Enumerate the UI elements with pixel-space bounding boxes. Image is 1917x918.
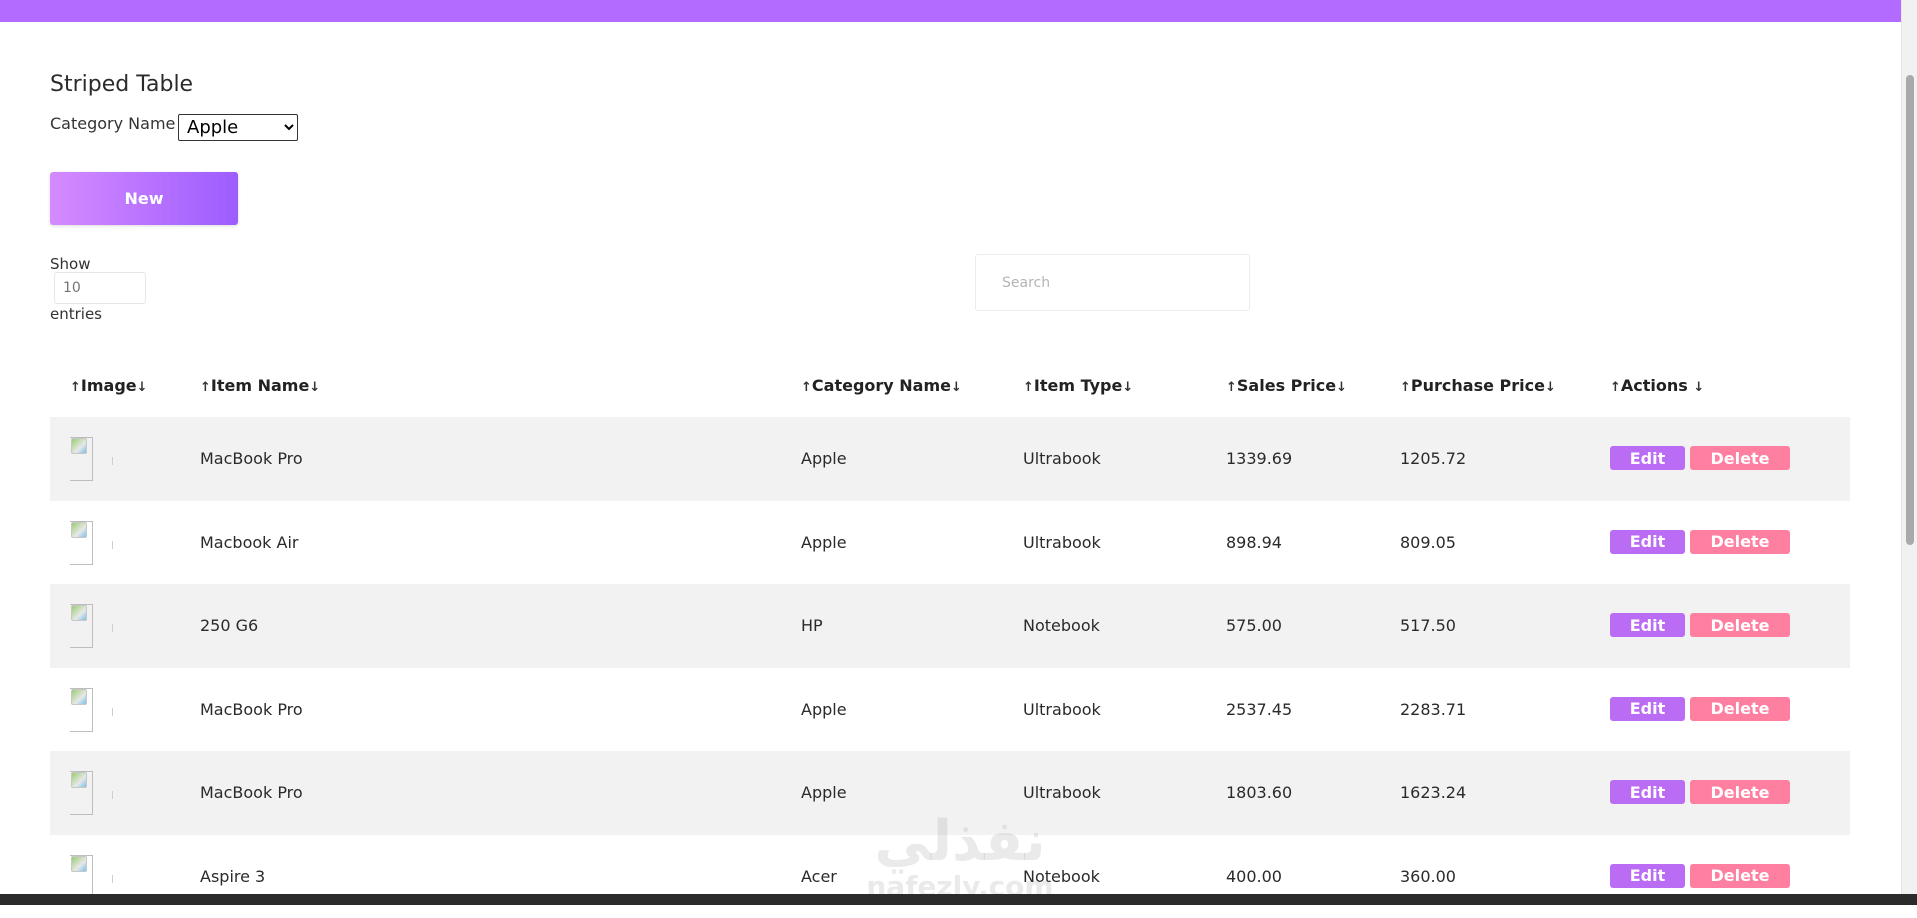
edit-button[interactable]: Edit	[1610, 780, 1685, 804]
item-type-cell: Ultrabook	[1023, 501, 1101, 585]
column-header-label: Category Name	[812, 376, 951, 395]
item-type-cell: Notebook	[1023, 584, 1100, 668]
item-image-broken-icon	[70, 521, 112, 563]
sort-desc-icon[interactable]: ↓	[1336, 380, 1347, 395]
purchase-price-cell: 1623.24	[1400, 751, 1466, 835]
purchase-price-cell: 809.05	[1400, 501, 1456, 585]
top-accent-bar	[0, 0, 1902, 22]
edit-button[interactable]: Edit	[1610, 697, 1685, 721]
purchase-price-cell: 1205.72	[1400, 417, 1466, 501]
sales-price-cell: 575.00	[1226, 584, 1282, 668]
category-cell: HP	[801, 584, 823, 668]
item-name-cell: Aspire 3	[200, 835, 265, 918]
sort-asc-icon[interactable]: ↑	[200, 380, 211, 395]
main-content: Striped Table Category Name Apple New Sh…	[0, 22, 1902, 894]
column-header-purchase-price[interactable]: ↑Purchase Price↓	[1400, 355, 1556, 417]
sort-desc-icon[interactable]: ↓	[1693, 380, 1704, 395]
scrollbar-thumb[interactable]	[1906, 75, 1914, 545]
new-button[interactable]: New	[50, 172, 238, 225]
sort-desc-icon[interactable]: ↓	[137, 380, 148, 395]
item-image-broken-icon	[70, 855, 112, 897]
column-header-label: Item Type	[1034, 376, 1122, 395]
edit-button[interactable]: Edit	[1610, 446, 1685, 470]
table-header: ↑Image↓ ↑Item Name↓ ↑Category Name↓ ↑Ite…	[50, 355, 1850, 417]
category-select[interactable]: Apple	[178, 114, 298, 141]
category-cell: Acer	[801, 835, 837, 918]
column-header-category-name[interactable]: ↑Category Name↓	[801, 355, 962, 417]
delete-button[interactable]: Delete	[1690, 613, 1790, 637]
sort-desc-icon[interactable]: ↓	[1545, 380, 1556, 395]
sort-desc-icon[interactable]: ↓	[309, 380, 320, 395]
purchase-price-cell: 2283.71	[1400, 668, 1466, 752]
delete-button[interactable]: Delete	[1690, 780, 1790, 804]
sales-price-cell: 400.00	[1226, 835, 1282, 918]
item-image-broken-icon	[70, 437, 112, 479]
edit-button[interactable]: Edit	[1610, 613, 1685, 637]
search-input[interactable]	[975, 254, 1250, 311]
sort-asc-icon[interactable]: ↑	[1226, 380, 1237, 395]
watermark-arabic-text: نفذلي	[850, 812, 1070, 872]
item-image-broken-icon	[70, 771, 112, 813]
column-header-label: Actions	[1621, 376, 1688, 395]
sales-price-cell: 2537.45	[1226, 668, 1292, 752]
delete-button[interactable]: Delete	[1690, 864, 1790, 888]
category-cell: Apple	[801, 417, 847, 501]
column-header-item-name[interactable]: ↑Item Name↓	[200, 355, 320, 417]
item-name-cell: Macbook Air	[200, 501, 298, 585]
column-header-item-type[interactable]: ↑Item Type↓	[1023, 355, 1133, 417]
table-row: MacBook Pro Apple Ultrabook 2537.45 2283…	[50, 668, 1850, 752]
column-header-label: Image	[81, 376, 137, 395]
entries-per-page-input[interactable]	[54, 272, 146, 304]
item-type-cell: Ultrabook	[1023, 417, 1101, 501]
vertical-scrollbar[interactable]	[1901, 0, 1917, 894]
watermark: نفذلي nafezly.com	[850, 812, 1070, 902]
column-header-actions[interactable]: ↑Actions ↓	[1610, 355, 1704, 417]
sort-asc-icon[interactable]: ↑	[1023, 380, 1034, 395]
table-row: Macbook Air Apple Ultrabook 898.94 809.0…	[50, 501, 1850, 585]
delete-button[interactable]: Delete	[1690, 697, 1790, 721]
purchase-price-cell: 517.50	[1400, 584, 1456, 668]
item-name-cell: 250 G6	[200, 584, 258, 668]
column-header-image[interactable]: ↑Image↓	[70, 355, 148, 417]
item-image-broken-icon	[70, 688, 112, 730]
delete-button[interactable]: Delete	[1690, 446, 1790, 470]
sales-price-cell: 1803.60	[1226, 751, 1292, 835]
column-header-label: Item Name	[211, 376, 309, 395]
item-type-cell: Ultrabook	[1023, 668, 1101, 752]
entries-label: entries	[50, 305, 102, 323]
category-filter-label: Category Name	[50, 114, 175, 133]
item-name-cell: MacBook Pro	[200, 417, 303, 501]
item-name-cell: MacBook Pro	[200, 668, 303, 752]
column-header-label: Sales Price	[1237, 376, 1336, 395]
edit-button[interactable]: Edit	[1610, 864, 1685, 888]
item-name-cell: MacBook Pro	[200, 751, 303, 835]
purchase-price-cell: 360.00	[1400, 835, 1456, 918]
column-header-sales-price[interactable]: ↑Sales Price↓	[1226, 355, 1347, 417]
sales-price-cell: 1339.69	[1226, 417, 1292, 501]
delete-button[interactable]: Delete	[1690, 530, 1790, 554]
column-header-label: Purchase Price	[1411, 376, 1545, 395]
category-cell: Apple	[801, 751, 847, 835]
sort-asc-icon[interactable]: ↑	[1400, 380, 1411, 395]
taskbar-strip	[0, 894, 1917, 905]
category-cell: Apple	[801, 501, 847, 585]
sort-desc-icon[interactable]: ↓	[1122, 380, 1133, 395]
show-label: Show	[50, 255, 90, 273]
category-cell: Apple	[801, 668, 847, 752]
sort-asc-icon[interactable]: ↑	[1610, 380, 1621, 395]
page-title: Striped Table	[50, 72, 193, 97]
sales-price-cell: 898.94	[1226, 501, 1282, 585]
edit-button[interactable]: Edit	[1610, 530, 1685, 554]
table-row: MacBook Pro Apple Ultrabook 1339.69 1205…	[50, 417, 1850, 501]
sort-desc-icon[interactable]: ↓	[951, 380, 962, 395]
table-row: 250 G6 HP Notebook 575.00 517.50 Edit De…	[50, 584, 1850, 668]
item-image-broken-icon	[70, 604, 112, 646]
sort-asc-icon[interactable]: ↑	[70, 380, 81, 395]
sort-asc-icon[interactable]: ↑	[801, 380, 812, 395]
